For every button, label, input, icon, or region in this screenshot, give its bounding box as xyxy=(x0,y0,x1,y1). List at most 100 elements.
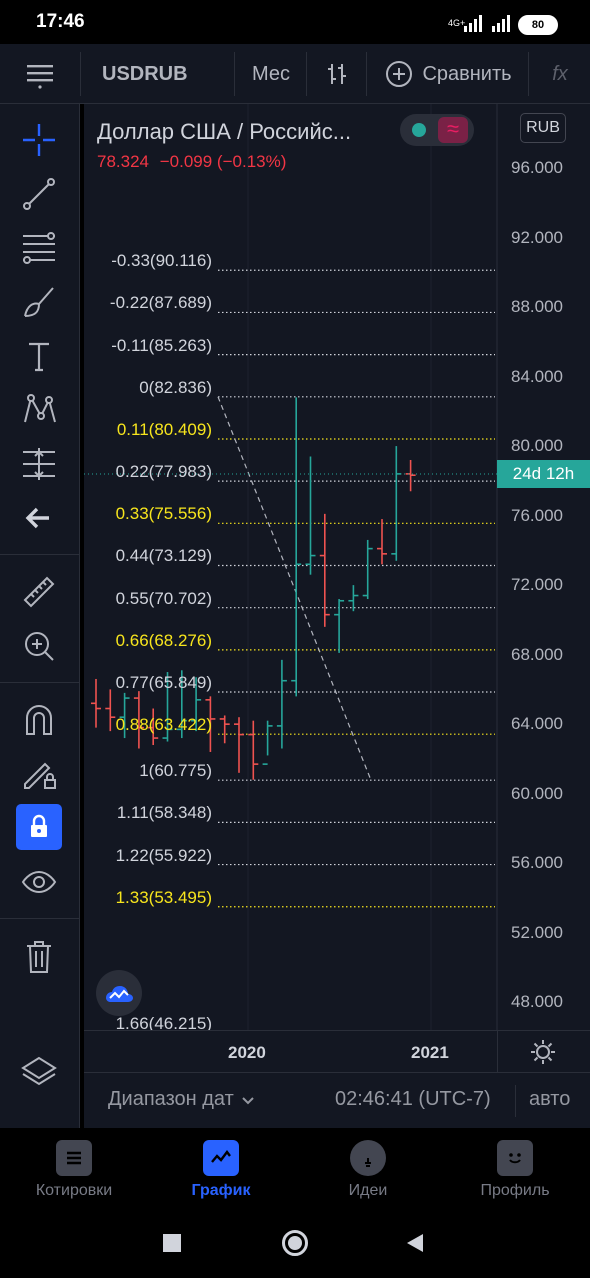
tradingview-logo[interactable] xyxy=(96,970,142,1016)
visibility-tool[interactable] xyxy=(15,860,63,904)
forecast-icon xyxy=(23,448,55,480)
fib-level-label: 1.66(46.215) xyxy=(115,1014,212,1030)
price-readout: 78.324 −0.099 (−0.13%) xyxy=(97,152,286,172)
price-tick: 68.000 xyxy=(511,644,563,664)
nav-chart[interactable]: График xyxy=(147,1128,295,1210)
trash-icon xyxy=(27,941,51,973)
hide-toolbar-button[interactable] xyxy=(15,496,63,540)
brush-icon xyxy=(24,287,54,317)
crosshair-icon xyxy=(23,124,55,156)
price-tick: 52.000 xyxy=(511,922,563,942)
ruler-tool[interactable] xyxy=(15,570,63,614)
fib-level-label: 0.22(77.983) xyxy=(115,462,212,482)
price-tick: 76.000 xyxy=(511,505,563,525)
chart-settings-button[interactable] xyxy=(530,1039,556,1070)
fib-level-label: 1.22(55.922) xyxy=(115,845,212,865)
wave-icon: ≈ xyxy=(438,117,468,143)
fib-level-label: 0.66(68.276) xyxy=(115,630,212,650)
price-tick: 92.000 xyxy=(511,227,563,247)
nav-quotes[interactable]: Котировки xyxy=(0,1128,148,1210)
quotes-icon xyxy=(56,1140,92,1176)
measure-tool[interactable] xyxy=(15,442,63,486)
visibility-toggle[interactable]: ≈ xyxy=(400,114,474,146)
status-bar: 17:46 4G+ 80 xyxy=(0,0,590,44)
symbol-title: Доллар США / Российс... xyxy=(97,119,352,144)
text-tool[interactable] xyxy=(15,334,63,378)
drawing-toolbar xyxy=(0,104,80,1128)
dot-icon xyxy=(412,123,426,137)
chart-area[interactable]: Доллар США / Российс... 78.324 −0.099 (−… xyxy=(84,104,590,1030)
back-icon[interactable] xyxy=(404,1232,426,1254)
price-tick: 64.000 xyxy=(511,714,563,734)
price-tick: 56.000 xyxy=(511,853,563,873)
nav-profile[interactable]: Профиль xyxy=(441,1128,589,1210)
interval-button[interactable]: Мес xyxy=(236,44,306,104)
fib-level-label: -0.33(90.116) xyxy=(111,251,212,271)
text-icon xyxy=(29,342,49,372)
settings-sun-icon xyxy=(531,1040,555,1064)
pattern-tool[interactable] xyxy=(15,388,63,432)
status-time: 17:46 xyxy=(36,11,85,32)
price-tick: 96.000 xyxy=(511,158,563,177)
range-bar: Диапазон дат 02:46:41 (UTC-7) авто xyxy=(84,1072,590,1128)
fib-tool[interactable] xyxy=(15,226,63,270)
nav-label: Профиль xyxy=(480,1182,550,1199)
cloud-logo-icon xyxy=(106,986,133,1002)
fib-level-label: 0.33(75.556) xyxy=(115,504,212,524)
brush-tool[interactable] xyxy=(15,280,63,324)
compare-label: Сравнить xyxy=(422,62,512,85)
zoom-in-icon xyxy=(25,632,54,661)
price-tick: 88.000 xyxy=(511,297,563,317)
fib-level-label: -0.11(85.263) xyxy=(111,335,212,355)
nav-ideas[interactable]: Идеи xyxy=(294,1128,442,1210)
indicators-button[interactable]: fx xyxy=(530,44,590,104)
trend-line-icon xyxy=(23,178,55,210)
layers-tool[interactable] xyxy=(15,1050,63,1094)
lock-all-button[interactable] xyxy=(16,804,62,850)
magnet-tool[interactable] xyxy=(15,698,63,742)
last-price: 78.324 xyxy=(97,152,149,171)
magnet-icon xyxy=(26,705,52,735)
trend-line-tool[interactable] xyxy=(15,172,63,216)
lock-icon xyxy=(31,814,47,837)
fib-level-label: 0.77(65.849) xyxy=(115,673,212,693)
eye-icon xyxy=(21,870,57,894)
home-icon[interactable] xyxy=(282,1230,308,1256)
compare-button[interactable]: Сравнить xyxy=(368,44,528,104)
fib-level-label: 0.44(73.129) xyxy=(115,546,212,566)
nav-label: Котировки xyxy=(35,1182,113,1199)
fib-level-label: 1.11(58.348) xyxy=(116,803,212,823)
price-tick: 60.000 xyxy=(511,783,563,803)
top-toolbar: USDRUB Мес Сравнить fx xyxy=(0,44,590,104)
fib-level-label: 0.55(70.702) xyxy=(115,588,212,608)
nav-label: Идеи xyxy=(348,1182,388,1199)
countdown-tag: 24d 12h xyxy=(497,460,590,488)
fib-level-label: 1.33(53.495) xyxy=(115,887,212,907)
chart-type-button[interactable] xyxy=(308,44,366,104)
clock-timezone[interactable]: 02:46:41 (UTC-7) xyxy=(335,1088,491,1111)
date-range-button[interactable]: Диапазон дат xyxy=(108,1088,256,1111)
bottom-nav: Котировки График Идеи Профиль xyxy=(0,1128,590,1210)
remove-drawings-tool[interactable] xyxy=(15,934,63,978)
symbol-button[interactable]: USDRUB xyxy=(86,44,234,104)
recent-apps-icon[interactable] xyxy=(163,1234,181,1252)
ruler-icon xyxy=(23,576,55,608)
pattern-icon xyxy=(24,394,56,423)
price-tick: 80.000 xyxy=(511,436,563,456)
pencil-lock-icon xyxy=(24,762,56,789)
crosshair-tool[interactable] xyxy=(15,118,63,162)
fib-level-label: 1(60.775) xyxy=(139,761,212,781)
auto-scale-button[interactable]: авто xyxy=(529,1088,570,1111)
price-change: −0.099 (−0.13%) xyxy=(159,152,287,171)
layers-icon xyxy=(21,1056,57,1086)
zoom-tool[interactable] xyxy=(15,624,63,668)
lock-drawing-tool[interactable] xyxy=(15,752,63,796)
time-axis[interactable]: 2020 2021 xyxy=(84,1030,590,1073)
menu-button[interactable] xyxy=(0,44,80,104)
fib-retracement-icon xyxy=(23,232,55,264)
arrow-left-icon xyxy=(25,507,49,529)
bars-chart-icon xyxy=(328,64,346,84)
currency-button[interactable]: RUB xyxy=(520,113,566,143)
time-tick: 2021 xyxy=(411,1043,449,1062)
date-range-label: Диапазон дат xyxy=(108,1088,234,1110)
